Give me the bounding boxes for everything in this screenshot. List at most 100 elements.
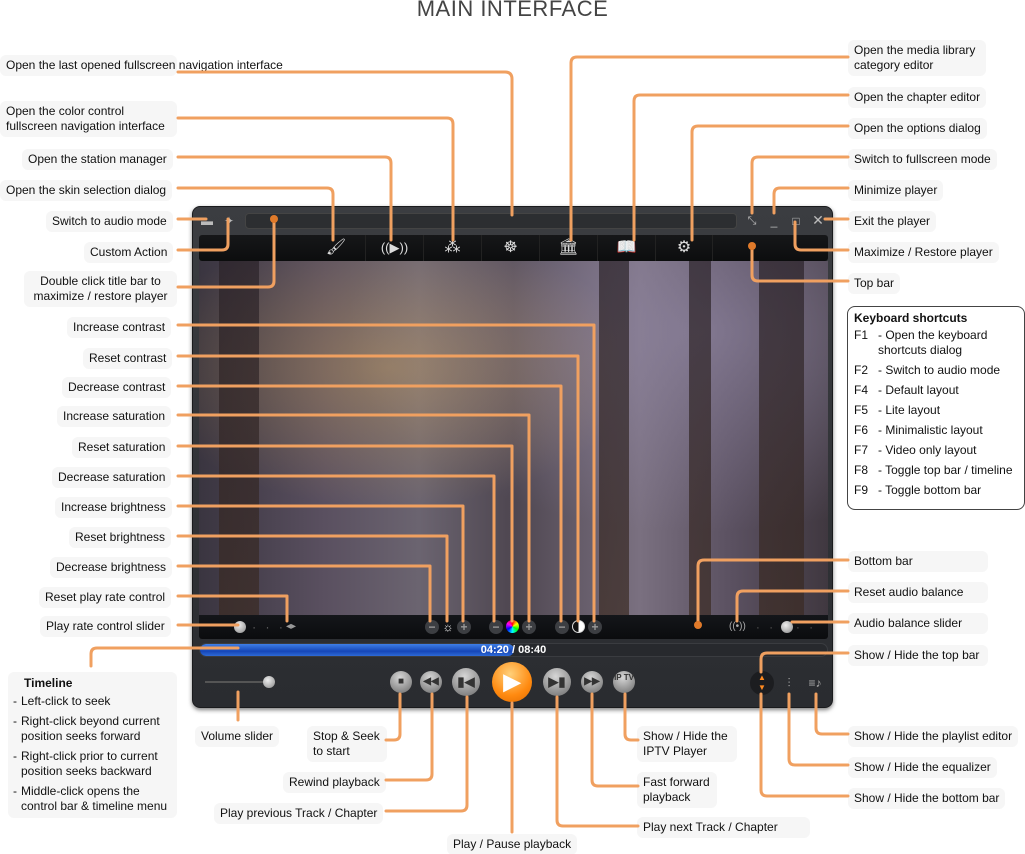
decrease-brightness-button[interactable]: − <box>425 620 439 634</box>
time-display: 04:20 / 08:40 <box>480 644 547 656</box>
media-player-window: ▬ ✦ ⤡ _ □ ✕ 🖌 ((▶)) ⁂ ☸ 🏛 📖 ⚙ · · · ◂▸ −… <box>192 206 833 708</box>
shortcut-key: F8 <box>854 463 869 477</box>
timeline-help-box: Timeline - Left-click to seek - Right-click… <box>8 672 177 818</box>
play-rate-slider[interactable] <box>234 621 246 633</box>
shortcut-row: F6 - Minimalistic layout <box>854 423 1018 438</box>
label-volume-slider: Volume slider <box>195 726 280 747</box>
shortcut-row: F2 - Switch to audio mode <box>854 363 1018 378</box>
shortcut-row: F7 - Video only layout <box>854 443 1018 458</box>
label-increase-saturation: Increase saturation <box>57 406 172 427</box>
label-station-manager: Open the station manager <box>22 149 173 170</box>
toggle-top-bar-button[interactable]: ▲ ▼ <box>750 671 774 695</box>
shortcut-row: F9 - Toggle bottom bar <box>854 483 1018 498</box>
volume-track <box>205 681 271 683</box>
video-area[interactable] <box>199 261 828 615</box>
library-icon: 🏛 <box>558 239 579 256</box>
color-control-button[interactable]: ☸ <box>481 235 539 261</box>
label-bottom-bar: Bottom bar <box>848 551 988 572</box>
shortcut-row: F8 - Toggle top bar / timeline <box>854 463 1018 478</box>
label-decrease-contrast: Decrease contrast <box>62 377 172 398</box>
video-frame-detail <box>689 261 711 615</box>
keyboard-shortcuts-box: Keyboard shortcuts F1 - Open the keyboard… <box>847 306 1025 510</box>
label-color-fullscreen: Open the color control fullscreen naviga… <box>0 101 177 137</box>
label-reset-brightness: Reset brightness <box>69 527 172 548</box>
time-current: 04:20 <box>480 644 509 656</box>
label-previous: Play previous Track / Chapter <box>214 803 384 824</box>
label-decrease-saturation: Decrease saturation <box>52 467 172 488</box>
shortcut-key: F4 <box>854 383 869 397</box>
chapter-editor-button[interactable]: 📖 <box>597 235 655 261</box>
up-down-arrows-icon: ▲ ▼ <box>758 673 766 692</box>
label-media-library: Open the media library category editor <box>848 40 986 76</box>
decrease-contrast-button[interactable]: − <box>555 620 569 634</box>
custom-action-icon[interactable]: ✦ <box>221 213 237 229</box>
equalizer-icon[interactable]: ⫶ <box>781 675 797 691</box>
timeline-help-text: Right-click prior to current position se… <box>21 749 158 778</box>
volume-slider[interactable] <box>263 676 275 688</box>
maximize-icon[interactable]: □ <box>789 213 803 229</box>
video-frame-detail <box>219 261 259 615</box>
rewind-icon: ◀◀ <box>423 676 439 687</box>
fullscreen-nav-button[interactable]: ⁂ <box>423 235 481 261</box>
audio-balance-slider[interactable] <box>781 621 793 633</box>
title-bar[interactable]: ▬ ✦ ⤡ _ □ ✕ <box>193 207 832 235</box>
shortcut-key: F5 <box>854 403 869 417</box>
label-next: Play next Track / Chapter <box>637 817 810 838</box>
shortcut-key: F6 <box>854 423 869 437</box>
next-button[interactable]: ▶▮ <box>543 668 571 696</box>
brightness-icon[interactable]: ☼ <box>442 619 454 635</box>
top-bar: 🖌 ((▶)) ⁂ ☸ 🏛 📖 ⚙ <box>199 235 828 261</box>
play-rate-track: · · · <box>252 620 286 634</box>
label-decrease-brightness: Decrease brightness <box>50 557 173 578</box>
increase-brightness-button[interactable]: + <box>457 620 471 634</box>
media-library-button[interactable]: 🏛 <box>539 235 597 261</box>
label-chapter-editor: Open the chapter editor <box>848 87 987 108</box>
color-wheel-icon: ☸ <box>503 239 518 256</box>
label-increase-brightness: Increase brightness <box>55 497 172 518</box>
saturation-icon[interactable] <box>506 620 519 633</box>
audio-mode-icon[interactable]: ▬ <box>199 213 215 229</box>
timeline-help-text: Right-click beyond current position seek… <box>21 714 160 743</box>
increase-contrast-button[interactable]: + <box>588 620 602 634</box>
shortcut-description: - Lite layout <box>878 403 941 417</box>
shortcut-row: F5 - Lite layout <box>854 403 1018 418</box>
previous-icon: ▮◀ <box>457 674 475 689</box>
brush-icon: 🖌 <box>325 239 347 256</box>
label-fullscreen: Switch to fullscreen mode <box>848 149 997 170</box>
label-reset-saturation: Reset saturation <box>72 437 172 458</box>
station-button[interactable]: ((▶)) <box>365 235 423 261</box>
label-title-bar: Double click title bar to maximize / res… <box>24 271 177 307</box>
label-play-pause: Play / Pause playback <box>447 834 578 854</box>
circles-icon: ⁂ <box>444 239 461 256</box>
contrast-icon[interactable] <box>572 620 585 633</box>
timeline-help-item: - Middle-click opens the control bar & ti… <box>13 784 172 814</box>
close-icon[interactable]: ✕ <box>811 212 825 228</box>
decrease-saturation-button[interactable]: − <box>489 620 503 634</box>
fast-forward-button[interactable]: ▶▶ <box>581 671 603 693</box>
previous-button[interactable]: ▮◀ <box>452 668 480 696</box>
label-last-fullscreen: Open the last opened fullscreen navigati… <box>0 55 283 76</box>
reset-balance-icon[interactable]: ((•)) <box>729 619 746 635</box>
playlist-icon[interactable]: ≡♪ <box>807 675 823 691</box>
rewind-button[interactable]: ◀◀ <box>420 671 442 693</box>
options-button[interactable]: ⚙ <box>655 235 713 261</box>
timeline-help-item: - Right-click beyond current position see… <box>13 714 172 744</box>
title-field[interactable] <box>245 213 737 229</box>
play-pause-button[interactable]: ▶ <box>492 662 532 702</box>
reset-play-rate-icon[interactable]: ◂▸ <box>285 619 297 635</box>
time-total: 08:40 <box>518 644 547 656</box>
stop-button[interactable]: ■ <box>390 671 412 693</box>
minimize-icon[interactable]: _ <box>767 213 781 229</box>
bullet-dash: - <box>13 749 17 763</box>
timeline-help-item: - Right-click prior to current position s… <box>13 749 172 779</box>
fullscreen-icon[interactable]: ⤡ <box>745 213 759 229</box>
stop-icon: ■ <box>397 676 405 687</box>
label-reset-contrast: Reset contrast <box>83 348 173 369</box>
timeline[interactable]: 04:20 / 08:40 <box>199 643 828 657</box>
shortcut-description: - Video only layout <box>878 443 977 457</box>
iptv-button[interactable]: IP TV <box>613 671 635 693</box>
skin-button[interactable]: 🖌 <box>307 235 365 261</box>
label-toggle-top-bar: Show / Hide the top bar <box>848 645 988 666</box>
increase-saturation-button[interactable]: + <box>522 620 536 634</box>
keyboard-shortcuts-title: Keyboard shortcuts <box>854 311 968 325</box>
